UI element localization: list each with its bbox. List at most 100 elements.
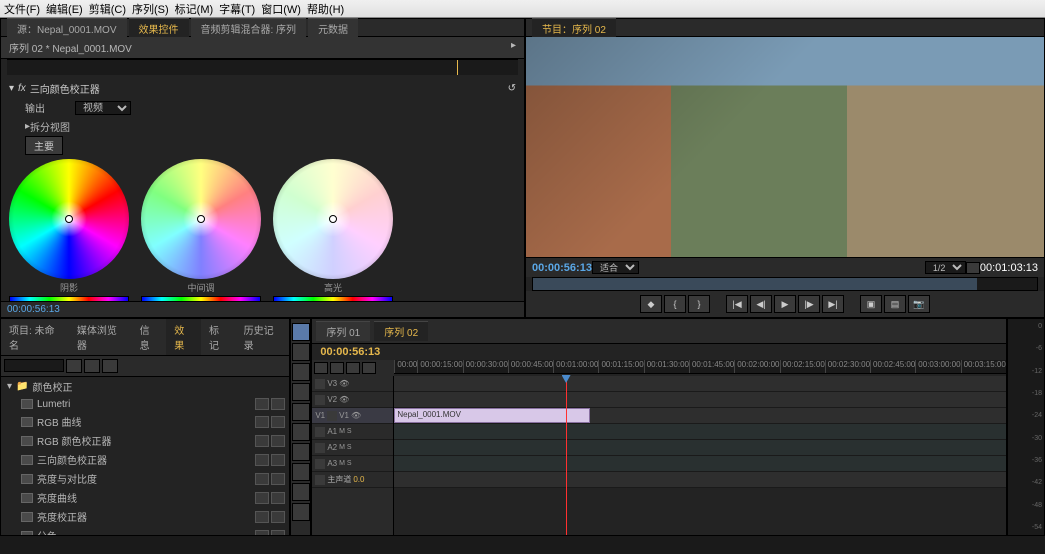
effects-search[interactable] <box>4 359 64 372</box>
menu-file[interactable]: 文件(F) <box>4 1 40 17</box>
effect-item[interactable]: 分色 <box>1 526 289 535</box>
effect-reset-icon[interactable]: ↺ <box>508 83 516 94</box>
tab-info[interactable]: 信息 <box>132 319 167 355</box>
export-frame-button[interactable]: 📷 <box>908 295 930 313</box>
track-a3[interactable] <box>394 456 1005 472</box>
main-tonal-button[interactable]: 主要 <box>25 136 63 155</box>
menu-marker[interactable]: 标记(M) <box>175 1 214 17</box>
track-a1[interactable] <box>394 424 1005 440</box>
step-back-button[interactable]: ◀| <box>750 295 772 313</box>
preset-32-icon[interactable] <box>255 530 269 536</box>
menu-help[interactable]: 帮助(H) <box>307 1 344 17</box>
pen-tool[interactable] <box>292 463 310 481</box>
shadows-wheel[interactable] <box>9 159 129 279</box>
wrench-icon[interactable] <box>966 262 980 274</box>
goto-out-button[interactable]: ▶| <box>822 295 844 313</box>
menubar[interactable]: 文件(F) 编辑(E) 剪辑(C) 序列(S) 标记(M) 字幕(T) 窗口(W… <box>0 0 1045 18</box>
goto-in-button[interactable]: |◀ <box>726 295 748 313</box>
preset-yuv-icon[interactable] <box>271 530 285 536</box>
razor-tool[interactable] <box>292 423 310 441</box>
marker-add-button[interactable]: ◆ <box>640 295 662 313</box>
slip-tool[interactable] <box>292 443 310 461</box>
track-master[interactable] <box>394 472 1005 488</box>
preset-yuv-icon[interactable] <box>271 398 285 410</box>
preset-yuv-icon[interactable] <box>271 435 285 447</box>
output-select[interactable]: 视频 <box>75 101 131 115</box>
folder-toggle-icon[interactable]: ▾ <box>7 381 12 392</box>
preset-yuv-icon[interactable] <box>271 416 285 428</box>
lock-icon[interactable] <box>327 411 337 421</box>
menu-edit[interactable]: 编辑(E) <box>46 1 83 17</box>
zoom-select[interactable]: 1/2 <box>925 261 966 274</box>
selection-tool[interactable] <box>292 323 310 341</box>
preset-filter-2-icon[interactable] <box>84 359 100 373</box>
in-point-button[interactable]: { <box>664 295 686 313</box>
fit-select[interactable]: 适合 <box>592 261 639 274</box>
settings-icon[interactable] <box>362 362 376 374</box>
track-select-tool[interactable] <box>292 343 310 361</box>
midtones-wheel[interactable] <box>141 159 261 279</box>
effect-item[interactable]: RGB 颜色校正器 <box>1 431 289 450</box>
program-tab[interactable]: 节目：序列 02 <box>532 18 616 38</box>
step-fwd-button[interactable]: |▶ <box>798 295 820 313</box>
play-button[interactable]: ▶ <box>774 295 796 313</box>
preset-32-icon[interactable] <box>255 454 269 466</box>
highlights-hue-strip[interactable] <box>273 296 393 301</box>
effect-item[interactable]: RGB 曲线 <box>1 412 289 431</box>
menu-clip[interactable]: 剪辑(C) <box>89 1 126 17</box>
track-v3[interactable] <box>394 376 1005 392</box>
zoom-tool[interactable] <box>292 503 310 521</box>
linked-selection-icon[interactable] <box>330 362 344 374</box>
preset-32-icon[interactable] <box>255 416 269 428</box>
menu-sequence[interactable]: 序列(S) <box>132 1 169 17</box>
rolling-tool[interactable] <box>292 383 310 401</box>
marker-icon[interactable] <box>346 362 360 374</box>
ec-timecode[interactable]: 00:00:56:13 <box>7 304 60 315</box>
ec-mini-timeline[interactable] <box>7 59 518 75</box>
preset-32-icon[interactable] <box>255 398 269 410</box>
tab-media-browser[interactable]: 媒体浏览器 <box>69 319 132 355</box>
effects-list[interactable]: ▾📁 颜色校正 LumetriRGB 曲线RGB 颜色校正器三向颜色校正器亮度与… <box>1 377 289 535</box>
lock-icon[interactable] <box>315 379 325 389</box>
preset-32-icon[interactable] <box>255 435 269 447</box>
effect-item[interactable]: 亮度校正器 <box>1 507 289 526</box>
playhead[interactable] <box>566 376 567 535</box>
ripple-tool[interactable] <box>292 363 310 381</box>
hand-tool[interactable] <box>292 483 310 501</box>
timeline-timecode[interactable]: 00:00:56:13 <box>312 344 1005 360</box>
snap-icon[interactable] <box>314 362 328 374</box>
tab-markers[interactable]: 标记 <box>201 319 236 355</box>
program-viewer[interactable] <box>526 37 1044 257</box>
midtones-hue-strip[interactable] <box>141 296 261 301</box>
lock-icon[interactable] <box>315 443 325 453</box>
program-scrubber[interactable] <box>532 277 1038 291</box>
menu-title[interactable]: 字幕(T) <box>219 1 255 17</box>
effect-item[interactable]: 亮度与对比度 <box>1 469 289 488</box>
tab-effects[interactable]: 效果 <box>166 319 201 355</box>
preset-32-icon[interactable] <box>255 492 269 504</box>
out-point-button[interactable]: } <box>688 295 710 313</box>
lock-icon[interactable] <box>315 395 325 405</box>
timeline-ruler[interactable]: 00:0000:00:15:0000:00:30:0000:00:45:0000… <box>394 360 1005 374</box>
track-v1[interactable]: Nepal_0001.MOV <box>394 408 1005 424</box>
program-tc-left[interactable]: 00:00:56:13 <box>532 262 592 274</box>
preset-yuv-icon[interactable] <box>271 511 285 523</box>
effect-item[interactable]: 三向颜色校正器 <box>1 450 289 469</box>
tab-project[interactable]: 项目: 未命名 <box>1 319 69 355</box>
rate-stretch-tool[interactable] <box>292 403 310 421</box>
timeline-toggle-icon[interactable]: ▸ <box>511 40 516 55</box>
timeline-tracks[interactable]: Nepal_0001.MOV <box>394 376 1005 535</box>
lock-icon[interactable] <box>315 459 325 469</box>
preset-filter-3-icon[interactable] <box>102 359 118 373</box>
track-a2[interactable] <box>394 440 1005 456</box>
effect-toggle-icon[interactable]: ▾ <box>9 83 14 94</box>
extract-button[interactable]: ▤ <box>884 295 906 313</box>
sequence-tab-2[interactable]: 序列 02 <box>374 321 428 341</box>
preset-32-icon[interactable] <box>255 473 269 485</box>
track-v2[interactable] <box>394 392 1005 408</box>
preset-yuv-icon[interactable] <box>271 473 285 485</box>
tab-source[interactable]: 源：Nepal_0001.MOV <box>7 18 127 38</box>
tab-effect-controls[interactable]: 效果控件 <box>129 18 189 38</box>
tab-audio-mixer[interactable]: 音频剪辑混合器: 序列 <box>191 18 307 38</box>
tab-history[interactable]: 历史记录 <box>236 319 289 355</box>
